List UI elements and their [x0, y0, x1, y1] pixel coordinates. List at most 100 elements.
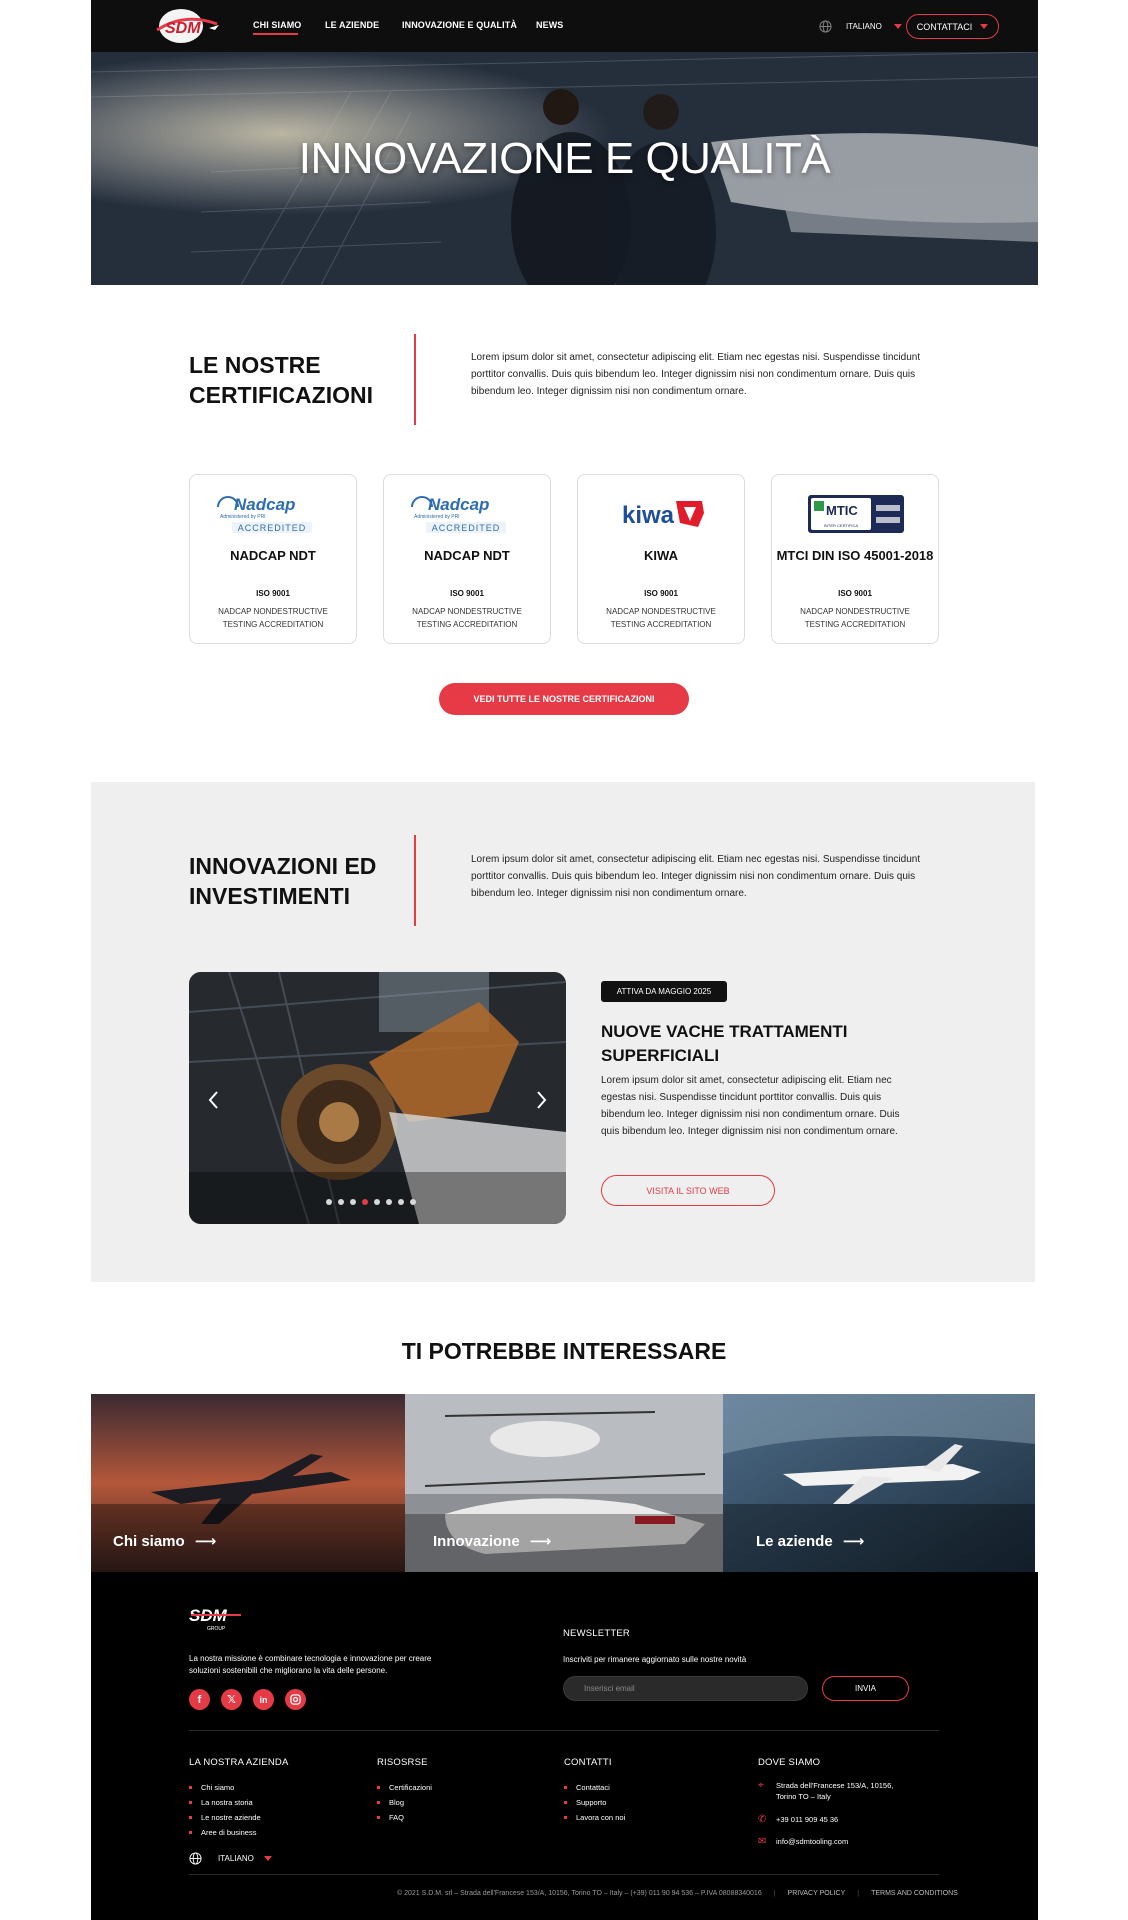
footer-link[interactable]: Chi siamo: [189, 1780, 261, 1795]
slider-dots: [326, 1199, 416, 1205]
slider-dot[interactable]: [338, 1199, 344, 1205]
terms-link[interactable]: TERMS AND CONDITIONS: [871, 1890, 958, 1897]
slider-dot[interactable]: [386, 1199, 392, 1205]
cert-card[interactable]: Nadcap Administered by PRI ACCREDITED NA…: [383, 474, 551, 644]
cert-name: NADCAP NDT: [424, 548, 510, 563]
footer-link[interactable]: La nostra storia: [189, 1795, 261, 1810]
news-title: NUOVE VACHE TRATTAMENTI SUPERFICIALI: [601, 1022, 848, 1065]
cert-iso: ISO 9001: [838, 589, 872, 598]
instagram-icon[interactable]: [285, 1689, 306, 1710]
cert-card[interactable]: MTIC INTER CERTIFICA MTCI DIN ISO 45001-…: [771, 474, 939, 644]
slider-dot[interactable]: [398, 1199, 404, 1205]
footer-link[interactable]: Certificazioni: [377, 1780, 432, 1795]
arrow-right-icon: ⟶: [529, 1533, 552, 1550]
news-text: Lorem ipsum dolor sit amet, consectetur …: [601, 1075, 900, 1137]
location-pin-icon: ⌖: [758, 1780, 764, 1791]
footer-link[interactable]: Supporto: [564, 1795, 625, 1810]
footer-logo[interactable]: SDM GROUP: [189, 1606, 269, 1634]
contact-button[interactable]: CONTATTACI: [906, 14, 999, 39]
footer-col3-list: Contattaci Supporto Lavora con noi: [564, 1780, 625, 1825]
slider-dot[interactable]: [374, 1199, 380, 1205]
footer-col4-title: DOVE SIAMO: [758, 1757, 821, 1768]
hero-banner: INNOVAZIONE E QUALITÀ: [91, 52, 1038, 285]
tile-label: Le aziende ⟶: [756, 1532, 864, 1551]
footer-email[interactable]: ✉ info@sdmtooling.com: [758, 1836, 848, 1847]
visit-site-button[interactable]: VISITA IL SITO WEB: [601, 1175, 775, 1206]
nav-le-aziende[interactable]: LE AZIENDE: [325, 20, 379, 30]
slider-dot[interactable]: [326, 1199, 332, 1205]
certifications-title-line2: CERTIFICAZIONI: [189, 382, 373, 408]
site-header: SDM CHI SIAMO LE AZIENDE INNOVAZIONE E Q…: [91, 0, 1038, 52]
logo-swoosh: [191, 1614, 241, 1616]
linkedin-icon[interactable]: in: [253, 1689, 274, 1710]
slider-dot[interactable]: [350, 1199, 356, 1205]
mail-icon: ✉: [758, 1836, 767, 1847]
footer-link[interactable]: Blog: [377, 1795, 432, 1810]
cert-desc: NADCAP NONDESTRUCTIVE TESTING ACCREDITAT…: [800, 607, 910, 629]
x-twitter-icon[interactable]: 𝕏: [221, 1689, 242, 1710]
chevron-down-icon: [980, 24, 989, 29]
svg-text:Administered by PRI: Administered by PRI: [220, 514, 266, 520]
tile-le-aziende[interactable]: Le aziende ⟶: [723, 1394, 1035, 1572]
nav-news[interactable]: NEWS: [536, 20, 563, 30]
svg-text:ACCREDITED: ACCREDITED: [432, 523, 501, 533]
interest-title: TI POTREBBE INTERESSARE: [401, 1338, 727, 1364]
footer-col3-title: CONTATTI: [564, 1757, 612, 1768]
language-selector[interactable]: ITALIANO: [819, 15, 902, 37]
sdm-logo[interactable]: SDM: [151, 6, 223, 46]
nav-chi-siamo[interactable]: CHI SIAMO: [253, 20, 301, 30]
footer-link[interactable]: FAQ: [377, 1810, 432, 1825]
image-slider[interactable]: [189, 972, 566, 1224]
copyright-text: © 2021 S.D.M. srl – Strada dell'Francese…: [397, 1890, 762, 1897]
tile-chi-siamo[interactable]: Chi siamo ⟶: [91, 1394, 405, 1572]
slider-dot-active[interactable]: [362, 1199, 368, 1205]
footer-link[interactable]: Lavora con noi: [564, 1810, 625, 1825]
globe-icon: [819, 19, 832, 33]
arrow-right-icon: ⟶: [194, 1533, 217, 1550]
footer-link[interactable]: Le nostre aziende: [189, 1810, 261, 1825]
phone-text: +39 011 909 45 36: [776, 1815, 839, 1824]
phone-icon: ✆: [758, 1814, 767, 1825]
cert-name: NADCAP NDT: [230, 548, 316, 563]
footer-link[interactable]: Aree di business: [189, 1825, 261, 1840]
nav-innovazione[interactable]: INNOVAZIONE E QUALITÀ: [402, 20, 517, 30]
rocket-engine-image: [189, 972, 566, 1224]
section-divider: [414, 334, 416, 425]
footer-bottom-bar: © 2021 S.D.M. srl – Strada dell'Francese…: [397, 1890, 958, 1897]
newsletter-text: Inscriviti per rimanere aggiornato sulle…: [563, 1655, 747, 1664]
footer-language-selector[interactable]: ITALIANO: [189, 1852, 272, 1865]
innovation-lead: Lorem ipsum dolor sit amet, consectetur …: [471, 854, 921, 899]
svg-text:kiwa: kiwa: [622, 502, 675, 529]
nav-active-indicator: [253, 33, 298, 35]
svg-text:Nadcap: Nadcap: [428, 495, 489, 514]
section-divider: [414, 835, 416, 926]
newsletter-submit-button[interactable]: INVIA: [822, 1676, 909, 1701]
tile-innovazione[interactable]: Innovazione ⟶: [405, 1394, 723, 1572]
footer-col1-list: Chi siamo La nostra storia Le nostre azi…: [189, 1780, 261, 1840]
svg-text:ACCREDITED: ACCREDITED: [238, 523, 307, 533]
mtic-logo: MTIC INTER CERTIFICA: [808, 495, 904, 533]
cert-name: KIWA: [644, 548, 678, 563]
slider-dot[interactable]: [410, 1199, 416, 1205]
privacy-policy-link[interactable]: PRIVACY POLICY: [788, 1890, 846, 1897]
tile-label-text: Chi siamo: [113, 1532, 185, 1550]
nadcap-logo: Nadcap Administered by PRI ACCREDITED: [217, 495, 312, 533]
footer-link[interactable]: Contattaci: [564, 1780, 625, 1795]
all-certifications-button[interactable]: VEDI TUTTE LE NOSTRE CERTIFICAZIONI: [439, 683, 689, 715]
chevron-down-icon: [893, 23, 902, 29]
chevron-down-icon: [263, 1856, 272, 1861]
address-line1: Strada dell'Francese 153/A, 10156,: [776, 1781, 894, 1790]
footer-phone[interactable]: ✆ +39 011 909 45 36: [758, 1814, 838, 1825]
svg-text:INTER CERTIFICA: INTER CERTIFICA: [824, 523, 858, 528]
footer-col2-list: Certificazioni Blog FAQ: [377, 1780, 432, 1825]
cert-desc: NADCAP NONDESTRUCTIVE TESTING ACCREDITAT…: [218, 607, 328, 629]
cert-iso: ISO 9001: [450, 589, 484, 598]
svg-text:Nadcap: Nadcap: [234, 495, 295, 514]
facebook-icon[interactable]: f: [189, 1689, 210, 1710]
svg-text:SDM: SDM: [165, 20, 201, 37]
cert-card[interactable]: Nadcap Administered by PRI ACCREDITED NA…: [189, 474, 357, 644]
status-badge: ATTIVA DA MAGGIO 2025: [601, 981, 727, 1002]
footer-divider: [189, 1730, 939, 1731]
cert-card[interactable]: kiwa KIWA ISO 9001 NADCAP NONDESTRUCTIVE…: [577, 474, 745, 644]
newsletter-email-input[interactable]: Inserisci email: [563, 1676, 808, 1701]
